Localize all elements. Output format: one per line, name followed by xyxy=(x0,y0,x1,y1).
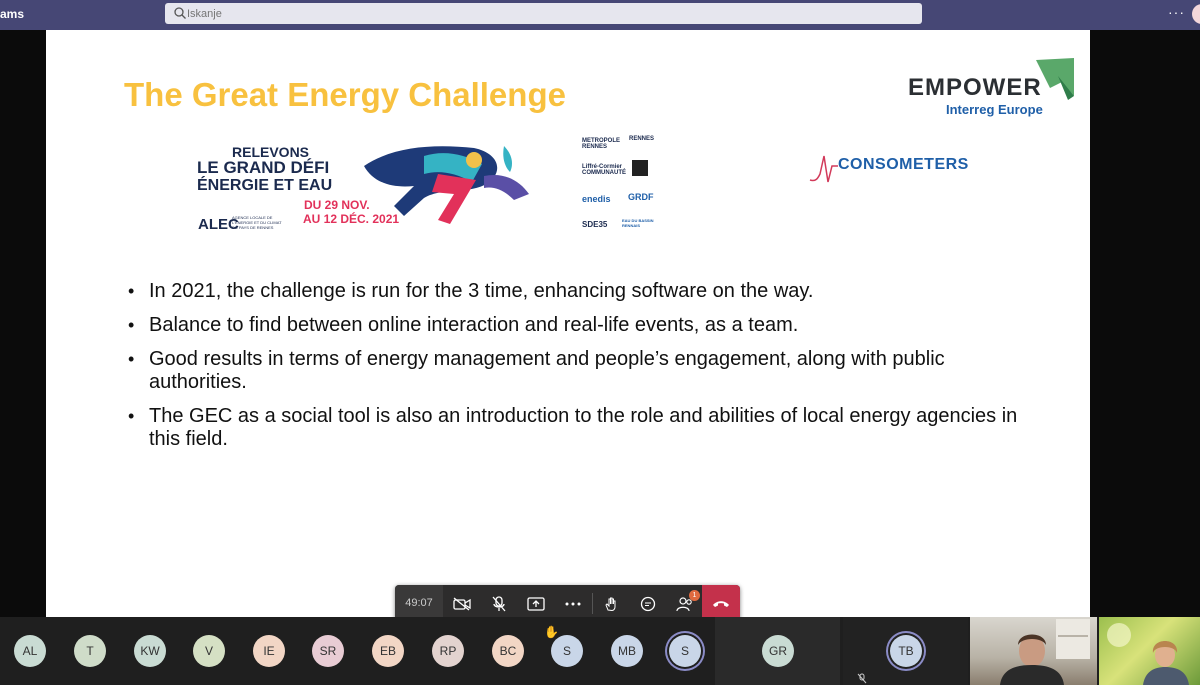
mic-off-icon xyxy=(492,595,505,611)
presentation-slide: The Great Energy Challenge EMPOWER Inter… xyxy=(46,30,1090,618)
participant-tile[interactable]: AL xyxy=(0,617,60,685)
participant-video[interactable] xyxy=(1099,617,1200,685)
partner-logo: enedis xyxy=(582,194,611,204)
chat-icon xyxy=(640,596,655,611)
banner-line-3: ÉNERGIE ET EAU xyxy=(197,177,333,194)
camera-off-icon xyxy=(452,596,471,611)
raised-hand-icon: ✋ xyxy=(544,625,559,639)
empower-sub: Interreg Europe xyxy=(946,102,1043,117)
participant-avatar: TB xyxy=(890,635,922,667)
bullet-item: The GEC as a social tool is also an intr… xyxy=(126,405,1046,451)
partner-logo: GRDF xyxy=(628,192,654,202)
consometers-logo: CONSOMETERS xyxy=(808,152,978,186)
banner-date-start: DU 29 NOV. xyxy=(304,198,370,212)
participant-tile[interactable]: T xyxy=(60,617,120,685)
participant-tile[interactable]: EB xyxy=(358,617,418,685)
participant-video[interactable] xyxy=(970,617,1097,685)
empower-logo: EMPOWER Interreg Europe xyxy=(908,58,1078,124)
partner-logo: EAU DU BASSIN RENNAIS xyxy=(622,218,654,228)
search-icon xyxy=(174,7,186,19)
participant-tile[interactable]: V xyxy=(179,617,239,685)
raise-hand-icon xyxy=(604,597,615,611)
participant-avatar: RP xyxy=(432,635,464,667)
participants-count-badge: 1 xyxy=(689,590,700,601)
person-video-icon xyxy=(1107,623,1189,685)
bullet-item: Balance to find between online interacti… xyxy=(126,314,1046,337)
mic-off-icon xyxy=(857,673,867,684)
participant-avatar: SR xyxy=(312,635,344,667)
participant-avatar: MB xyxy=(611,635,643,667)
participants-strip: AL T KW V IE SR EB RP BC S ✋ MB S GR TB xyxy=(0,617,1200,685)
participant-tile[interactable]: IE xyxy=(239,617,299,685)
title-bar: ams ··· xyxy=(0,0,1200,30)
empower-name: EMPOWER xyxy=(908,74,1042,101)
participant-tile[interactable]: BC xyxy=(478,617,538,685)
app-name: ams xyxy=(0,7,25,21)
participant-tile[interactable]: GR xyxy=(715,617,840,685)
participant-avatar: T xyxy=(74,635,106,667)
participant-avatar: EB xyxy=(372,635,404,667)
bullet-item: In 2021, the challenge is run for the 3 … xyxy=(126,280,1046,303)
slide-title: The Great Energy Challenge xyxy=(124,76,566,113)
participant-avatar: V xyxy=(193,635,225,667)
search-bar[interactable] xyxy=(165,3,922,24)
alec-subtitle: AGENCE LOCALE DE L'ÉNERGIE ET DU CLIMAT … xyxy=(232,215,282,230)
participant-avatar: KW xyxy=(134,635,166,667)
partner-logo xyxy=(632,160,648,176)
person-video-icon xyxy=(1000,619,1090,685)
partner-logo: SDE35 xyxy=(582,220,608,229)
partner-logo: Liffré-Cormier COMMUNAUTÉ xyxy=(582,164,626,176)
more-options-icon[interactable]: ··· xyxy=(1168,4,1185,20)
participant-tile[interactable]: S xyxy=(655,617,715,685)
participant-tile[interactable]: KW xyxy=(120,617,180,685)
participant-avatar: S xyxy=(669,635,701,667)
participant-avatar: IE xyxy=(253,635,285,667)
hang-up-icon xyxy=(713,600,729,607)
participant-tile[interactable]: SR xyxy=(298,617,358,685)
participant-tile[interactable]: MB xyxy=(597,617,657,685)
partner-logo: RENNES xyxy=(629,136,655,142)
bullet-item: Good results in terms of energy manageme… xyxy=(126,348,1046,394)
challenge-banner: RELEVONS LE GRAND DÉFI ÉNERGIE ET EAU DU… xyxy=(186,130,654,242)
consometers-name: CONSOMETERS xyxy=(838,156,969,173)
search-input[interactable] xyxy=(187,3,907,24)
participant-tile[interactable]: RP xyxy=(418,617,478,685)
participant-avatar: AL xyxy=(14,635,46,667)
shared-content-stage: The Great Energy Challenge EMPOWER Inter… xyxy=(0,30,1200,622)
banner-date-end: AU 12 DÉC. 2021 xyxy=(303,212,400,226)
user-avatar[interactable] xyxy=(1192,4,1200,24)
share-screen-icon xyxy=(526,596,545,611)
participant-avatar: S xyxy=(551,635,583,667)
participant-tile[interactable]: S ✋ xyxy=(537,617,597,685)
partner-logo: METROPOLE RENNES xyxy=(582,138,621,150)
participant-avatar: BC xyxy=(492,635,524,667)
banner-line-2: LE GRAND DÉFI xyxy=(197,158,330,177)
bullet-list: In 2021, the challenge is run for the 3 … xyxy=(126,280,1046,462)
participant-avatar: GR xyxy=(762,635,794,667)
more-icon xyxy=(565,602,580,605)
